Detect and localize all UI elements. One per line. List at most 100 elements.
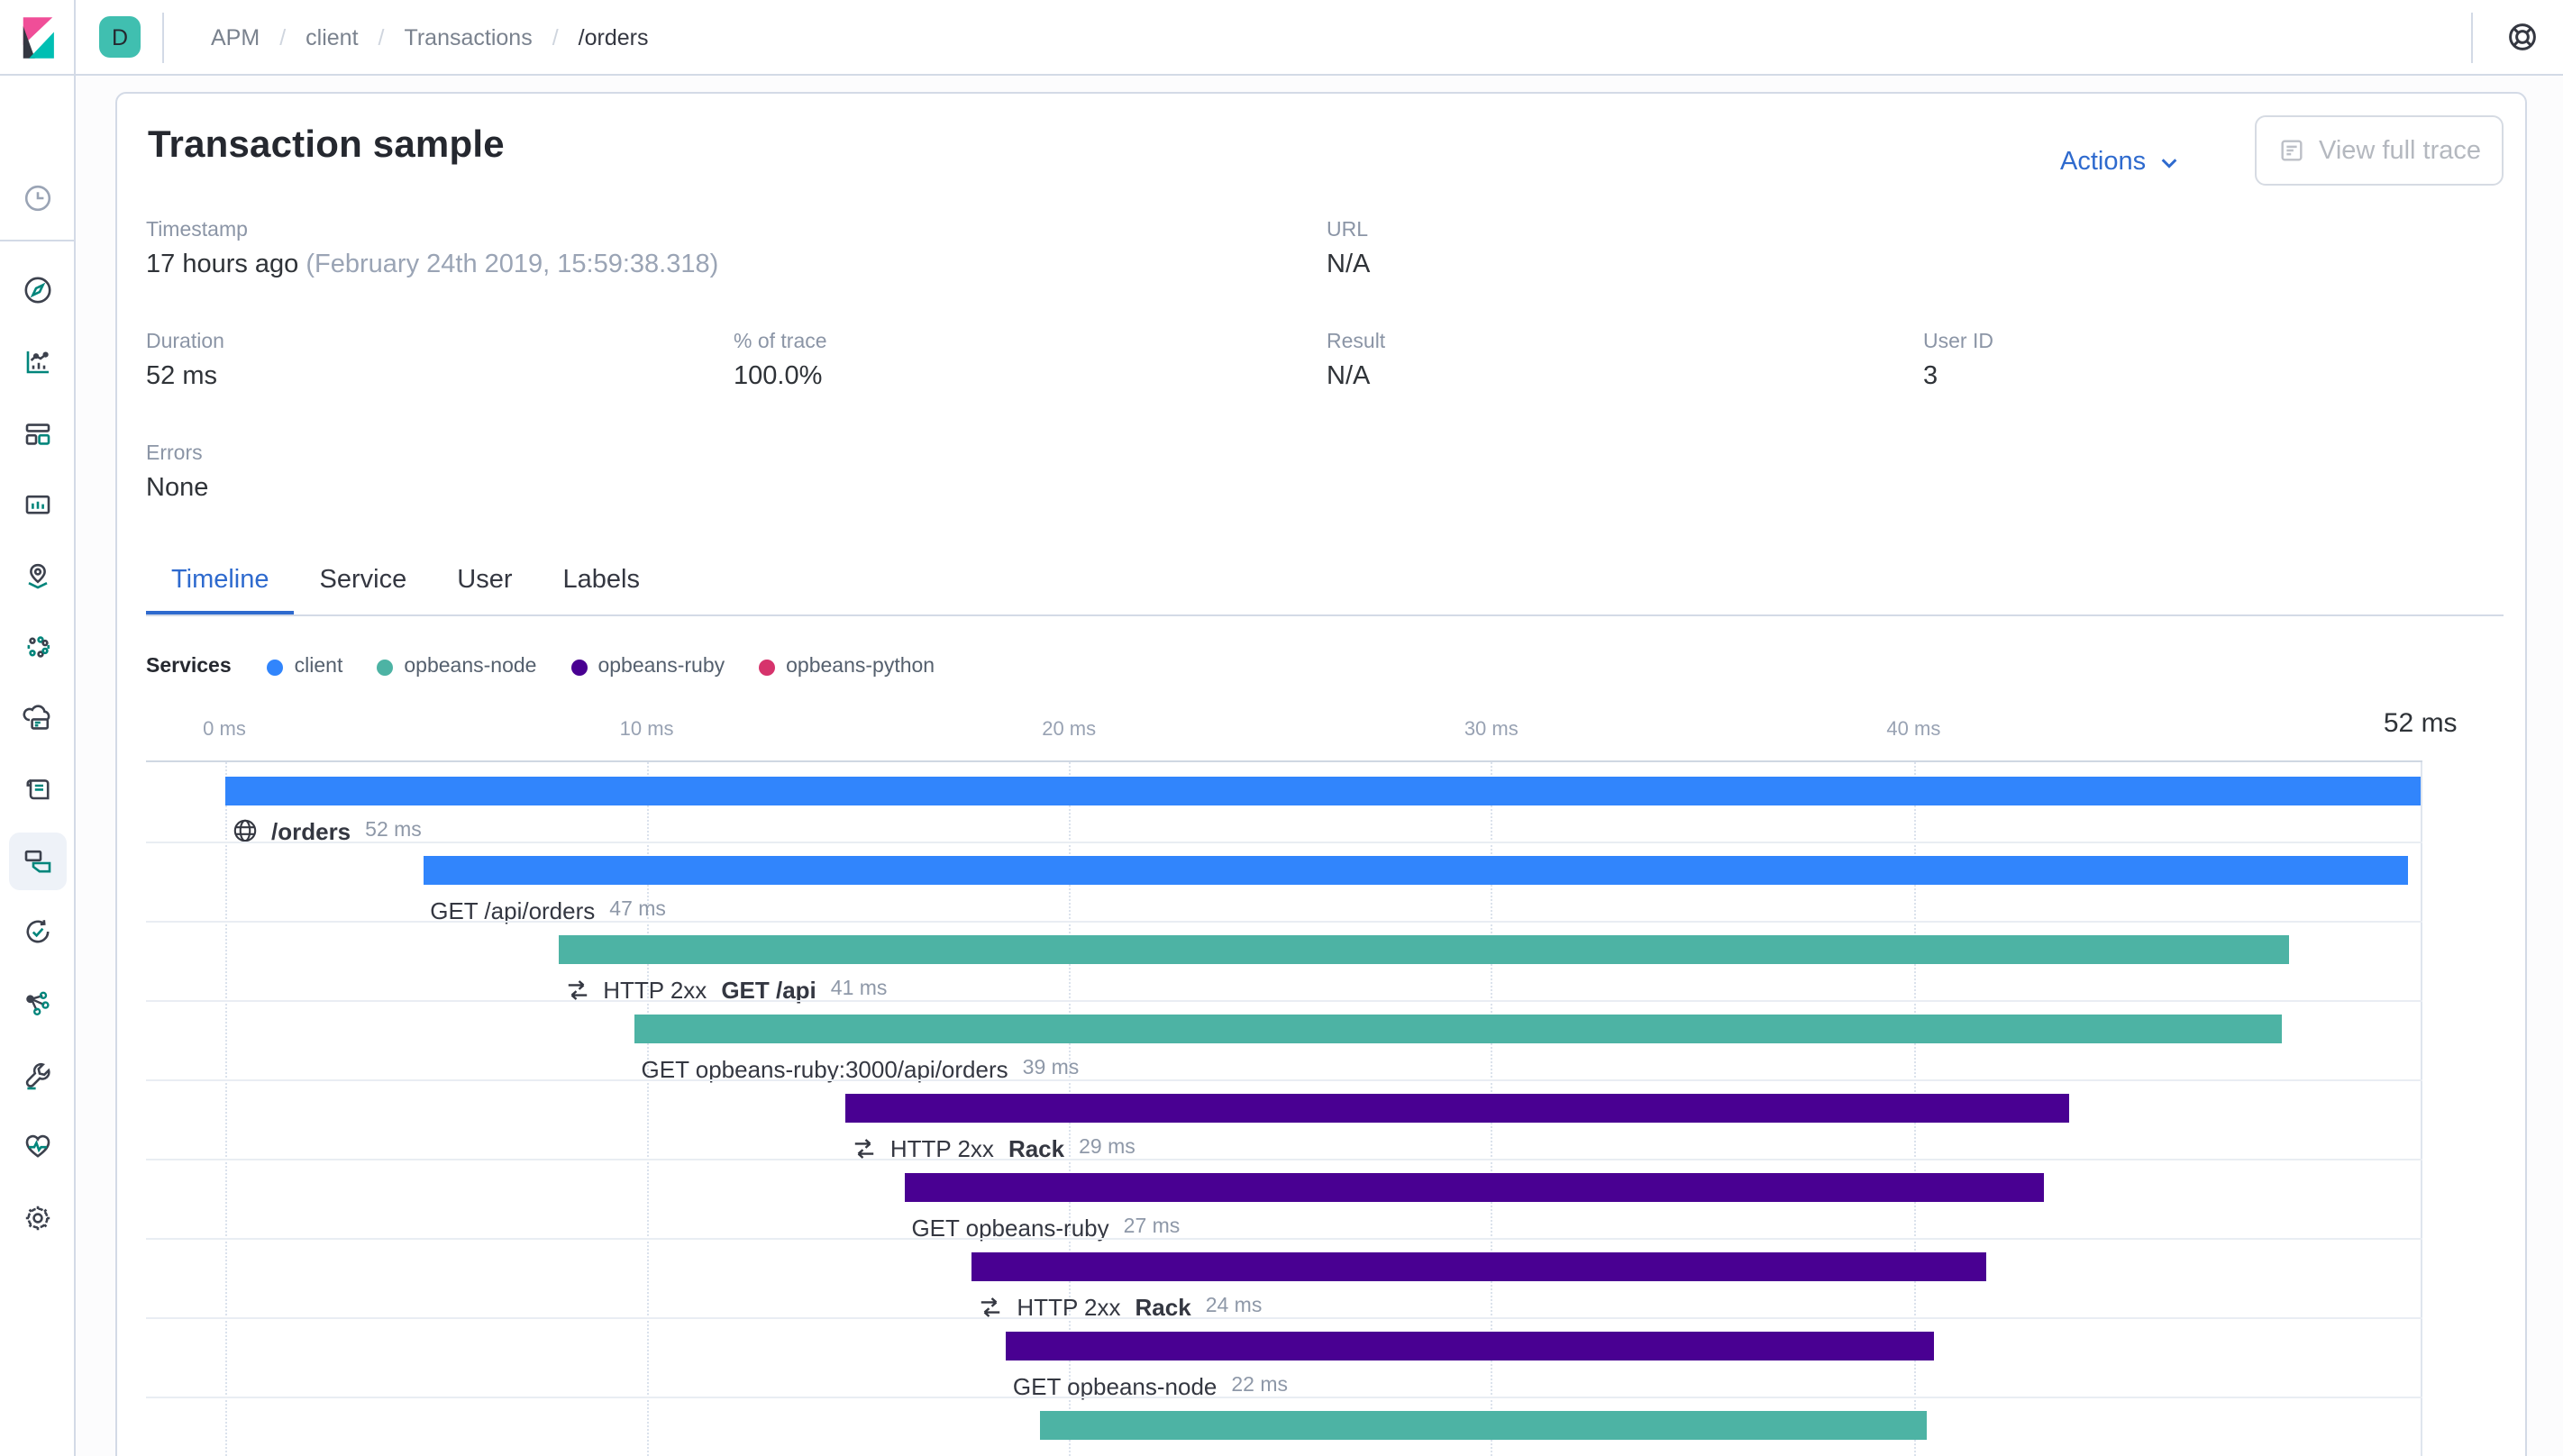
waterfall-row-label[interactable]: HTTP 2xxGET /api21 ms — [1046, 1447, 1369, 1456]
sidebar-item-monitoring[interactable] — [9, 1117, 67, 1175]
merge-icon — [979, 1295, 1002, 1318]
legend-title: Services — [146, 656, 232, 678]
legend-label: client — [294, 656, 343, 678]
item-duration: 47 ms — [609, 899, 666, 921]
item-name: Rack — [1135, 1293, 1191, 1320]
metadata-label: % of trace — [734, 332, 827, 353]
graph-icon — [26, 991, 50, 1015]
breadcrumb-item[interactable]: Transactions — [405, 24, 533, 50]
metadata-field: Result N/A — [1327, 332, 1385, 391]
metadata-value: N/A — [1327, 250, 1371, 279]
legend-item: opbeans-ruby — [570, 656, 725, 678]
sidebar-item-logs[interactable] — [9, 760, 67, 818]
sidebar-item-dev-tools[interactable] — [9, 1047, 67, 1105]
waterfall-bar[interactable] — [224, 777, 2421, 805]
waterfall-bar[interactable] — [844, 1094, 2070, 1123]
gridline — [2420, 762, 2422, 1456]
item-name: Rack — [1008, 1134, 1065, 1161]
row-separator — [146, 1317, 2422, 1319]
metadata-value: N/A — [1327, 362, 1371, 391]
waterfall-row-label[interactable]: GET opbeans-ruby 27 ms — [911, 1209, 1180, 1245]
actions-menu-button[interactable]: Actions — [2060, 148, 2178, 177]
sidebar-item-machine-learning[interactable] — [9, 618, 67, 676]
help-icon — [2508, 23, 2535, 50]
waterfall-row-label[interactable]: GET opbeans-ruby:3000/api/orders 39 ms — [642, 1051, 1080, 1087]
legend-label: opbeans-node — [404, 656, 537, 678]
metadata-value: 3 — [1923, 362, 1938, 391]
span-type-label: HTTP 2xx — [603, 976, 707, 1003]
legend-item: opbeans-python — [759, 656, 935, 678]
axis-tick-label: 0 ms — [203, 719, 246, 741]
breadcrumb-item[interactable]: APM — [211, 24, 260, 50]
waterfall-bar[interactable] — [1005, 1332, 1935, 1360]
waterfall-bar[interactable] — [634, 1015, 2282, 1043]
waterfall-bar[interactable] — [423, 856, 2408, 885]
recently-viewed-button[interactable] — [9, 169, 67, 227]
sidebar-item-canvas[interactable] — [9, 476, 67, 533]
map-pin-icon — [28, 563, 48, 589]
gear-icon — [25, 1206, 50, 1231]
waterfall-row-label[interactable]: /orders 52 ms — [232, 813, 422, 849]
legend-label: opbeans-ruby — [597, 656, 725, 678]
sidebar-item-dashboard[interactable] — [9, 405, 67, 463]
axis-tick-label: 10 ms — [619, 719, 674, 741]
metadata-label: Result — [1327, 332, 1386, 353]
metadata-field: Errors None — [146, 443, 208, 503]
view-full-trace-button[interactable]: View full trace — [2255, 115, 2504, 186]
span-type-label: HTTP 2xx — [1017, 1293, 1121, 1320]
item-duration: 24 ms — [1205, 1296, 1263, 1317]
sidebar-item-infrastructure[interactable] — [9, 690, 67, 748]
axis-total-duration: 52 ms — [2383, 708, 2458, 739]
metadata-secondary: (February 24th 2019, 15:59:38.318) — [298, 250, 719, 279]
waterfall-row-label[interactable]: GET opbeans-node 22 ms — [1013, 1368, 1288, 1404]
tab-labels[interactable]: Labels — [538, 553, 665, 614]
kibana-logo[interactable] — [0, 0, 76, 75]
waterfall-row-label[interactable]: HTTP 2xx Rack 24 ms — [979, 1288, 1262, 1324]
sidebar-item-uptime[interactable] — [9, 903, 67, 960]
apm-icon — [24, 850, 51, 873]
help-button[interactable] — [2495, 10, 2549, 64]
waterfall-bar[interactable] — [971, 1252, 1986, 1281]
sidebar-item-discover[interactable] — [9, 261, 67, 319]
sidebar-item-apm[interactable] — [9, 833, 67, 890]
item-name: GET /api — [721, 976, 816, 1003]
sidebar-divider — [0, 240, 76, 241]
sidebar-item-visualize[interactable] — [9, 333, 67, 391]
tab-timeline[interactable]: Timeline — [146, 553, 295, 614]
tab-user[interactable]: User — [432, 553, 537, 614]
waterfall-bar[interactable] — [558, 935, 2290, 964]
trace-document-icon — [2280, 140, 2302, 161]
chevron-down-icon — [2160, 158, 2176, 168]
row-separator — [146, 921, 2422, 923]
kibana-logo-icon — [22, 16, 53, 58]
row-separator — [146, 1159, 2422, 1160]
tab-service[interactable]: Service — [295, 553, 433, 614]
sidebar-item-maps[interactable] — [9, 548, 67, 605]
item-duration: 52 ms — [365, 820, 422, 842]
sidebar-item-graph[interactable] — [9, 975, 67, 1033]
row-separator — [146, 1079, 2422, 1081]
item-duration: 39 ms — [1022, 1058, 1080, 1079]
waterfall-row-label[interactable]: HTTP 2xx GET /api 41 ms — [565, 971, 887, 1007]
breadcrumb-separator: / — [552, 24, 559, 50]
metadata-label: URL — [1327, 220, 1369, 241]
uptime-check-icon — [26, 920, 50, 943]
waterfall-chart: /orders 52 ms GET /api/orders 47 ms HTTP 2x… — [146, 760, 2422, 1456]
metadata-label: Timestamp — [146, 220, 248, 241]
sidebar-item-management[interactable] — [9, 1189, 67, 1247]
waterfall-bar[interactable] — [904, 1173, 2045, 1202]
breadcrumb-item[interactable]: client — [306, 24, 358, 50]
item-duration: 41 ms — [830, 978, 888, 1000]
breadcrumb-item[interactable]: /orders — [579, 24, 649, 50]
merge-icon — [853, 1136, 876, 1160]
view-full-trace-label: View full trace — [2319, 136, 2481, 165]
waterfall-row-label[interactable]: HTTP 2xx Rack 29 ms — [853, 1130, 1136, 1166]
metadata-field: User ID 3 — [1923, 332, 1993, 391]
row-separator — [146, 1238, 2422, 1240]
space-avatar[interactable]: D — [99, 16, 141, 58]
legend-color-dot — [570, 659, 588, 675]
metadata-field: Duration 52 ms — [146, 332, 224, 391]
item-duration: 27 ms — [1123, 1216, 1181, 1238]
waterfall-row-label[interactable]: GET /api/orders 47 ms — [430, 892, 666, 928]
waterfall-bar[interactable] — [1039, 1411, 1927, 1440]
